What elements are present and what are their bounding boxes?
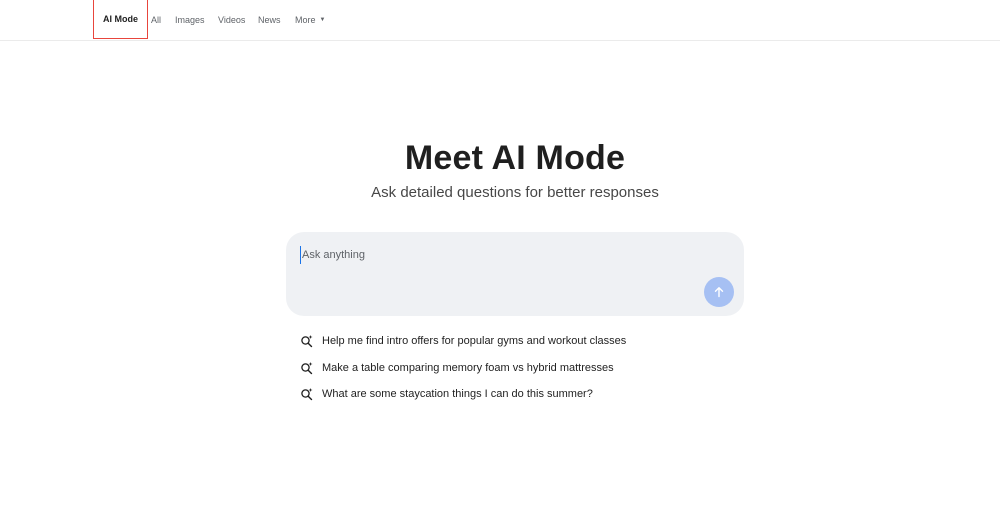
top-navigation: AI Mode All Images Videos News More ▼ <box>0 0 1000 41</box>
tab-news[interactable]: News <box>258 0 281 40</box>
ask-box <box>286 232 744 316</box>
tab-all[interactable]: All <box>151 0 161 40</box>
search-sparkle-icon <box>301 362 313 375</box>
search-sparkle-icon <box>301 335 313 348</box>
suggestion-text: Make a table comparing memory foam vs hy… <box>322 362 614 374</box>
page-title: Meet AI Mode <box>404 139 626 177</box>
suggestion-item[interactable]: What are some staycation things I can do… <box>300 386 593 402</box>
tab-images[interactable]: Images <box>175 0 205 40</box>
caret-down-icon: ▼ <box>319 17 326 23</box>
ask-input[interactable] <box>300 246 680 264</box>
suggestion-text: What are some staycation things I can do… <box>322 388 593 400</box>
search-sparkle-icon <box>301 388 313 401</box>
tab-more[interactable]: More ▼ <box>295 0 325 40</box>
suggestion-item[interactable]: Make a table comparing memory foam vs hy… <box>300 360 614 376</box>
page-subtitle: Ask detailed questions for better respon… <box>371 184 659 201</box>
arrow-up-icon <box>714 287 724 298</box>
send-button[interactable] <box>704 277 734 307</box>
tab-ai-mode[interactable]: AI Mode <box>93 0 148 39</box>
suggestion-text: Help me find intro offers for popular gy… <box>322 335 627 347</box>
suggestion-item[interactable]: Help me find intro offers for popular gy… <box>300 333 626 349</box>
tab-videos[interactable]: Videos <box>218 0 245 40</box>
tab-more-label: More <box>295 15 316 25</box>
